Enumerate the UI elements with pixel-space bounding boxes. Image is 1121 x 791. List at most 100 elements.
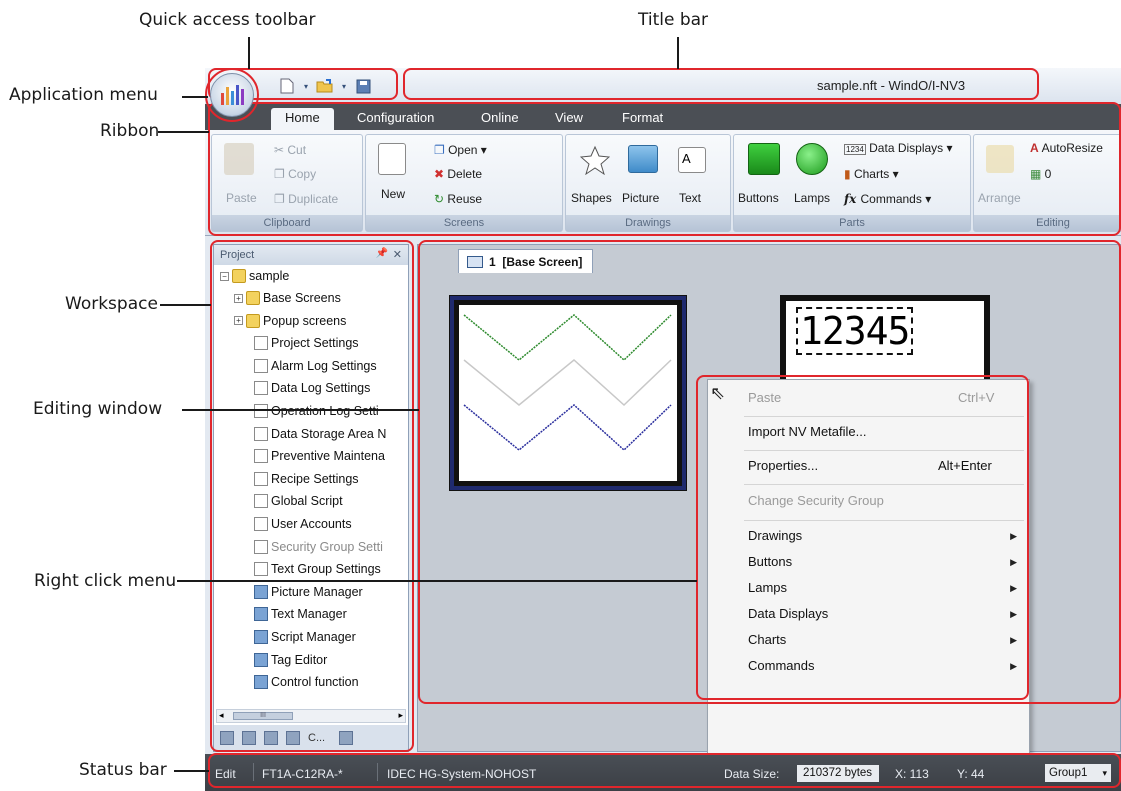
context-menu-item[interactable]: Data Displays ▶ <box>708 606 1029 626</box>
new-file-icon[interactable] <box>276 76 298 96</box>
context-menu-item[interactable]: Buttons ▶ <box>708 554 1029 574</box>
tab-base-screen[interactable]: 1 [Base Screen] <box>458 249 594 273</box>
tree-item[interactable]: User Accounts <box>254 515 352 533</box>
context-menu-item[interactable]: Charts ▶ <box>708 632 1029 652</box>
leader-line <box>182 409 419 411</box>
window-title: sample.nft - WindO/I-NV3 <box>817 78 966 93</box>
arrange-icon <box>986 145 1014 173</box>
menu-separator <box>744 520 1024 521</box>
tab-format[interactable]: Format <box>608 108 677 130</box>
screen-list-tab-icon[interactable] <box>242 731 256 745</box>
commands-button[interactable]: fx Commands ▾ <box>844 192 931 206</box>
autoresize-button[interactable]: A AutoResize <box>1030 141 1103 155</box>
tree-item[interactable]: Preventive Maintena <box>254 447 385 465</box>
tab-home[interactable]: Home <box>271 108 334 130</box>
numeric-display-part[interactable]: 12345 <box>780 295 990 385</box>
ribbon-group-label: Drawings <box>566 215 730 231</box>
status-data-size-label: Data Size: <box>724 767 780 781</box>
chart-icon: ▮ <box>844 167 854 181</box>
line-chart-part[interactable] <box>449 295 687 491</box>
application-menu-button[interactable] <box>210 73 254 117</box>
picture-button[interactable]: Picture <box>622 191 659 205</box>
submenu-arrow-icon: ▶ <box>1010 583 1017 593</box>
workspace-tab-more[interactable]: C... <box>308 732 325 744</box>
save-icon[interactable] <box>352 76 374 96</box>
tree-item[interactable]: Data Log Settings <box>254 379 370 397</box>
pin-icon[interactable]: 📌 <box>376 248 388 259</box>
context-menu-item[interactable]: Drawings ▶ <box>708 528 1029 548</box>
delete-screen-button[interactable]: ✖ Delete <box>434 167 482 181</box>
cut-button[interactable]: ✂ Cut <box>274 143 306 157</box>
tree-item[interactable]: Picture Manager <box>254 583 363 601</box>
dropdown-arrow-icon[interactable]: ▾ <box>302 76 310 96</box>
tree-item[interactable]: Alarm Log Settings <box>254 357 377 375</box>
reuse-screen-button[interactable]: ↻ Reuse <box>434 192 482 206</box>
shapes-button[interactable]: Shapes <box>571 191 612 205</box>
tree-root-sample[interactable]: − sample <box>220 267 289 285</box>
context-menu: ⇖ Paste Ctrl+V Import NV Metafile... Proper… <box>707 379 1030 760</box>
data-displays-button[interactable]: 1234 Data Displays ▾ <box>844 141 953 155</box>
toolbox-tab-icon[interactable] <box>286 731 300 745</box>
copy-button[interactable]: ❐ Copy <box>274 167 316 181</box>
line-chart-plot <box>459 305 677 481</box>
tree-item[interactable]: Project Settings <box>254 334 359 352</box>
screen-tab-icon[interactable] <box>339 731 354 745</box>
arrange-button[interactable]: Arrange <box>978 191 1021 205</box>
context-menu-item[interactable]: Properties... Alt+Enter <box>708 458 1029 478</box>
lamp-part-icon <box>796 143 828 175</box>
screen-icon <box>467 256 483 268</box>
open-folder-icon[interactable] <box>314 76 336 96</box>
status-y-coordinate: Y: 44 <box>957 767 985 781</box>
tab-configuration[interactable]: Configuration <box>343 108 448 130</box>
new-screen-button[interactable]: New <box>381 187 405 201</box>
horizontal-scrollbar[interactable]: ◂ III ▸ <box>216 709 406 723</box>
tree-item[interactable]: Recipe Settings <box>254 470 359 488</box>
charts-button[interactable]: ▮ Charts ▾ <box>844 167 899 181</box>
tree-item[interactable]: Text Manager <box>254 605 347 623</box>
lamps-button[interactable]: Lamps <box>794 191 830 205</box>
scroll-left-icon[interactable]: ◂ <box>219 710 224 721</box>
ribbon-group-label: Editing <box>974 215 1121 231</box>
leader-line <box>177 580 697 582</box>
manager-tool-icon <box>254 584 268 599</box>
tree-item[interactable]: Data Storage Area N <box>254 425 386 443</box>
context-menu-item[interactable]: Commands ▶ <box>708 658 1029 678</box>
context-menu-item[interactable]: Import NV Metafile... <box>708 424 1029 444</box>
scroll-right-icon[interactable]: ▸ <box>398 710 403 721</box>
scroll-thumb[interactable]: III <box>233 712 293 720</box>
paste-button[interactable]: Paste <box>226 191 257 205</box>
group-select[interactable]: Group1 ▾ <box>1045 764 1111 782</box>
leader-line <box>158 131 209 133</box>
ribbon-group-editing: Arrange A AutoResize ▦ 0 Editing <box>973 134 1121 232</box>
tree-item[interactable]: Control function <box>254 673 359 691</box>
leader-line <box>174 770 209 772</box>
properties-tab-icon[interactable] <box>264 731 278 745</box>
dropdown-arrow-icon[interactable]: ▾ <box>340 76 348 96</box>
chart-series-line <box>463 359 672 407</box>
tree-item[interactable]: Operation Log Setti <box>254 402 379 420</box>
expand-icon[interactable]: + <box>234 293 243 303</box>
duplicate-button[interactable]: ❐ Duplicate <box>274 192 338 206</box>
status-data-size-value: 210372 bytes <box>797 765 879 782</box>
project-tab-icon[interactable] <box>220 731 234 745</box>
tree-item[interactable]: + Popup screens <box>234 312 346 330</box>
open-screen-button[interactable]: ❐ Open ▾ <box>434 143 487 157</box>
spin-field[interactable]: ▦ 0 <box>1030 167 1051 181</box>
expand-icon[interactable]: + <box>234 316 243 326</box>
manager-tool-icon <box>254 607 268 622</box>
context-menu-item[interactable]: Lamps ▶ <box>708 580 1029 600</box>
tree-item[interactable]: Security Group Setti <box>254 538 383 556</box>
tree-item[interactable]: + Base Screens <box>234 289 341 307</box>
buttons-button[interactable]: Buttons <box>738 191 779 205</box>
tree-item[interactable]: Script Manager <box>254 628 356 646</box>
tree-item[interactable]: Tag Editor <box>254 651 327 669</box>
menu-separator <box>744 416 1024 417</box>
tree-item[interactable]: Global Script <box>254 492 343 510</box>
tab-online[interactable]: Online <box>467 108 533 130</box>
status-x-coordinate: X: 113 <box>895 767 929 781</box>
tab-view[interactable]: View <box>541 108 597 130</box>
tree-item[interactable]: Text Group Settings <box>254 560 381 578</box>
collapse-icon[interactable]: − <box>220 271 229 281</box>
close-icon[interactable]: ✕ <box>393 248 402 261</box>
text-button[interactable]: Text <box>679 191 701 205</box>
